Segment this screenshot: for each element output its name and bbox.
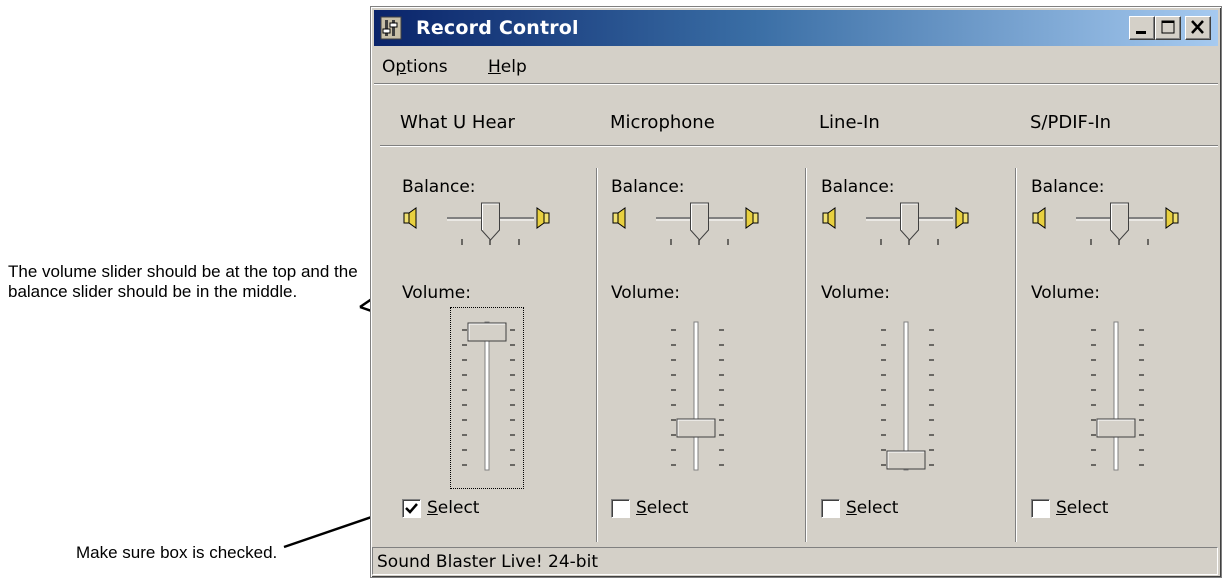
speaker-right-icon[interactable] — [1165, 207, 1179, 229]
volume-thumb[interactable] — [467, 322, 507, 342]
checkmark-icon — [405, 503, 418, 514]
volume-track — [484, 321, 490, 471]
speaker-left-icon[interactable] — [612, 207, 626, 229]
select-checkbox-spdif-in[interactable] — [1031, 499, 1050, 518]
speaker-right-icon[interactable] — [536, 207, 550, 229]
status-bar: Sound Blaster Live! 24-bit — [372, 547, 1218, 575]
speaker-left-icon[interactable] — [403, 207, 417, 229]
balance-thumb[interactable] — [481, 202, 500, 241]
status-text: Sound Blaster Live! 24-bit — [377, 552, 598, 572]
speaker-left-icon[interactable] — [1032, 207, 1046, 229]
speaker-left-icon[interactable] — [822, 207, 836, 229]
speaker-right-icon[interactable] — [955, 207, 969, 229]
select-checkbox-line-in[interactable] — [821, 499, 840, 518]
select-checkbox-what-u-hear[interactable] — [402, 499, 421, 518]
volume-track — [903, 321, 909, 471]
balance-thumb[interactable] — [690, 202, 709, 241]
select-label[interactable]: Select — [846, 498, 898, 518]
speaker-right-icon[interactable] — [745, 207, 759, 229]
volume-thumb[interactable] — [886, 450, 926, 470]
balance-thumb[interactable] — [900, 202, 919, 241]
slider-layer — [403, 202, 1179, 471]
select-label[interactable]: Select — [427, 498, 479, 518]
volume-track — [693, 321, 699, 471]
volume-thumb[interactable] — [1096, 418, 1136, 438]
select-label[interactable]: Select — [1056, 498, 1108, 518]
balance-thumb[interactable] — [1110, 202, 1129, 241]
volume-thumb[interactable] — [676, 418, 716, 438]
select-checkbox-microphone[interactable] — [611, 499, 630, 518]
select-label[interactable]: Select — [636, 498, 688, 518]
volume-track — [1113, 321, 1119, 471]
